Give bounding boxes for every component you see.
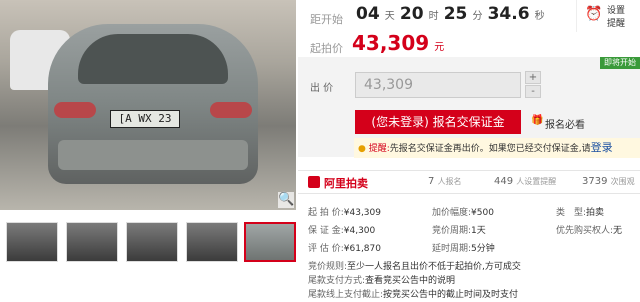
thumbnail-5-selected[interactable] xyxy=(244,222,296,262)
ali-auction-logo xyxy=(308,176,320,188)
bid-amount-input[interactable]: 43,309 xyxy=(355,72,521,98)
countdown-seconds: 34.6 xyxy=(487,4,530,24)
detail-appraisal: 评 估 价:¥61,870 xyxy=(308,244,381,254)
countdown-days: 04 xyxy=(356,4,380,24)
thumbnail-4[interactable] xyxy=(186,222,238,262)
bid-increase-button[interactable]: + xyxy=(525,71,541,84)
main-photo[interactable]: [A WX 23 🔍 xyxy=(0,0,296,210)
detail-start-price: 起 拍 价:¥43,309 xyxy=(308,208,381,218)
lightbulb-icon: ● xyxy=(358,144,366,154)
countdown: 04 天 20 时 25 分 34.6 秒 xyxy=(356,4,545,24)
stats-row: 阿里拍卖 7 人报名 449 人设置提醒 3739 次围观 xyxy=(298,170,640,194)
start-price-label: 起拍价 xyxy=(310,42,343,55)
countdown-hours: 20 xyxy=(399,4,424,24)
rule-payment-deadline: 尾款线上支付截止:按竞买公告中的截止时间及时支付 xyxy=(308,290,519,300)
set-reminder-button[interactable]: ⏰ 设置 提醒 xyxy=(576,0,640,32)
detail-priority: 优先购买权人:无 xyxy=(556,226,623,236)
detail-delay: 延时周期:5分钟 xyxy=(432,244,495,254)
rule-bidding: 竞价规则:至少一人报名且出价不低于起拍价,方可成交 xyxy=(308,262,521,272)
alarm-clock-icon: ⏰ xyxy=(585,6,603,22)
register-deposit-button[interactable]: (您未登录) 报名交保证金 xyxy=(355,110,521,134)
status-badge: 即将开始 xyxy=(600,57,640,69)
rule-payment-method: 尾款支付方式:查看竞买公告中的说明 xyxy=(308,276,456,286)
thumbnail-2[interactable] xyxy=(66,222,118,262)
detail-increment: 加价幅度:¥500 xyxy=(432,208,494,218)
gift-icon: 🎁 xyxy=(531,115,544,126)
zoom-icon[interactable]: 🔍 xyxy=(278,192,294,208)
login-link[interactable]: 登录 xyxy=(591,141,613,154)
car-rear-view: [A WX 23 xyxy=(48,24,258,184)
must-read-link[interactable]: 报名必看 xyxy=(545,116,585,131)
thumbnail-3[interactable] xyxy=(126,222,178,262)
license-plate: [A WX 23 xyxy=(110,110,180,128)
thumbnail-1[interactable] xyxy=(6,222,58,262)
detail-bid-cycle: 竞价周期:1天 xyxy=(432,226,486,236)
bid-decrease-button[interactable]: - xyxy=(525,85,541,98)
notice-bar: ● 提醒:先报名交保证金再出价。如果您已经交付保证金,请登录 xyxy=(354,138,640,158)
countdown-minutes: 25 xyxy=(443,4,468,24)
detail-deposit: 保 证 金:¥4,300 xyxy=(308,226,376,236)
countdown-label: 距开始 xyxy=(310,13,343,26)
start-price: 43,309 元 xyxy=(352,31,445,55)
detail-type: 类 型:拍卖 xyxy=(556,208,605,218)
